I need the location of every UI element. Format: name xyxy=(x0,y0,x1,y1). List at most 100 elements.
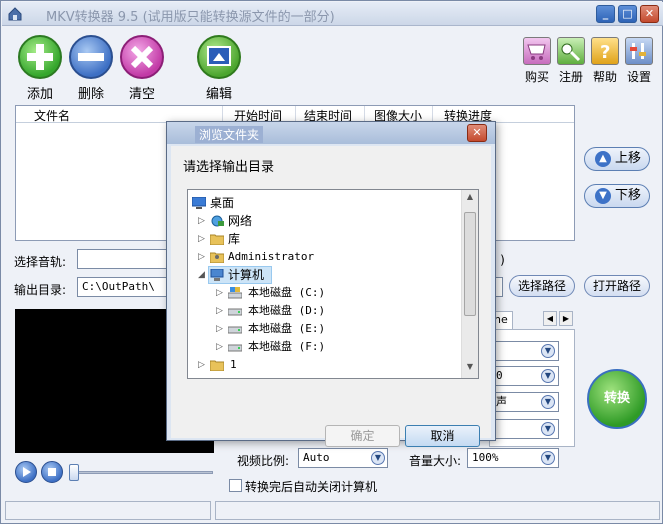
add-icon xyxy=(27,44,53,70)
scroll-up-icon[interactable]: ▲ xyxy=(464,192,476,204)
edit-icon xyxy=(207,46,231,66)
output-dir-field[interactable]: C:\OutPath\ xyxy=(77,277,173,297)
browse-folder-dialog: 浏览文件夹 ✕ 请选择输出目录 桌面 ▷ 网络 ▷ 库 ▷ Administra… xyxy=(166,121,496,447)
clear-label: 清空 xyxy=(128,87,155,102)
status-pane-right xyxy=(215,501,660,520)
tree-item-drive-d[interactable]: ▷ 本地磁盘 (D:) xyxy=(188,302,458,320)
expand-icon[interactable]: ▷ xyxy=(198,356,208,374)
tree-item-drive-f[interactable]: ▷ 本地磁盘 (F:) xyxy=(188,338,458,356)
collapse-icon[interactable]: ◢ xyxy=(198,266,208,284)
seek-handle[interactable] xyxy=(69,464,79,481)
choose-path-button[interactable]: 选择路径 xyxy=(509,275,575,297)
register-button[interactable] xyxy=(557,37,585,65)
tab-scroll-left[interactable]: ◀ xyxy=(543,311,557,326)
status-bar xyxy=(5,501,660,520)
desktop-icon xyxy=(192,197,206,209)
drive-icon xyxy=(228,308,242,316)
chevron-down-icon: ▼ xyxy=(541,422,555,436)
chevron-down-icon: ▼ xyxy=(371,451,385,465)
cancel-button[interactable]: 取消 xyxy=(405,425,480,447)
add-button[interactable] xyxy=(18,35,62,79)
expand-icon[interactable]: ▷ xyxy=(198,248,208,266)
stop-icon xyxy=(48,468,56,476)
dialog-body: 请选择输出目录 桌面 ▷ 网络 ▷ 库 ▷ Administrator ◢ 计算… xyxy=(171,146,491,447)
expand-icon[interactable]: ▷ xyxy=(198,212,208,230)
library-icon xyxy=(210,234,224,245)
buy-button[interactable] xyxy=(523,37,551,65)
chevron-down-icon: ▼ xyxy=(541,344,555,358)
status-pane-left xyxy=(5,501,211,520)
dialog-title: 浏览文件夹 xyxy=(195,126,264,143)
stop-button[interactable] xyxy=(41,461,63,483)
shutdown-checkbox[interactable] xyxy=(229,479,242,492)
tree-item-library[interactable]: ▷ 库 xyxy=(188,230,458,248)
settings-button[interactable] xyxy=(625,37,653,65)
folder-icon xyxy=(210,360,224,371)
volume-label: 音量大小: xyxy=(409,454,462,468)
minimize-button[interactable]: _ xyxy=(596,5,615,23)
user-folder-icon xyxy=(210,252,224,263)
chevron-down-icon: ▼ xyxy=(595,188,611,204)
tree-item-folder-1[interactable]: ▷ 1 xyxy=(188,356,458,374)
tree-item-drive-c[interactable]: ▷ 本地磁盘 (C:) xyxy=(188,284,458,302)
system-drive-icon xyxy=(228,287,242,299)
window-title: MKV转换器 9.5 (试用版只能转换源文件的一部分) xyxy=(46,10,335,25)
tree-item-drive-e[interactable]: ▷ 本地磁盘 (E:) xyxy=(188,320,458,338)
app-icon xyxy=(8,7,22,21)
move-down-button[interactable]: ▼ 下移 xyxy=(584,184,650,208)
tab-scroll-right[interactable]: ▶ xyxy=(559,311,573,326)
help-button[interactable]: ? xyxy=(591,37,619,65)
clear-button[interactable] xyxy=(120,35,164,79)
expand-icon[interactable]: ▷ xyxy=(216,284,226,302)
tree-item-network[interactable]: ▷ 网络 xyxy=(188,212,458,230)
key-icon xyxy=(561,43,581,62)
ok-button[interactable]: 确定 xyxy=(325,425,400,447)
output-dir-label: 输出目录: xyxy=(14,283,67,297)
settings-label: 设置 xyxy=(626,70,651,84)
column-filename[interactable]: 文件名 xyxy=(34,107,70,124)
scroll-thumb[interactable] xyxy=(464,212,476,316)
tree-item-administrator[interactable]: ▷ Administrator xyxy=(188,248,458,266)
tree-item-desktop[interactable]: 桌面 xyxy=(188,194,458,212)
tree-item-computer[interactable]: ◢ 计算机 xyxy=(188,266,458,284)
expand-icon[interactable]: ▷ xyxy=(216,302,226,320)
audio-track-label: 选择音轨: xyxy=(14,255,67,269)
scroll-down-icon[interactable]: ▼ xyxy=(464,362,476,374)
edit-label: 编辑 xyxy=(205,87,232,102)
play-icon xyxy=(23,467,31,477)
chevron-up-icon: ▲ xyxy=(595,151,611,167)
shutdown-label: 转换完后自动关闭计算机 xyxy=(245,480,378,494)
chevron-down-icon: ▼ xyxy=(541,395,555,409)
play-button[interactable] xyxy=(15,461,37,483)
dialog-close-button[interactable]: ✕ xyxy=(467,124,487,142)
drive-icon xyxy=(228,344,242,352)
move-up-button[interactable]: ▲ 上移 xyxy=(584,147,650,171)
dialog-title-bar[interactable]: 浏览文件夹 ✕ xyxy=(167,122,495,144)
chevron-down-icon: ▼ xyxy=(541,369,555,383)
expand-icon[interactable]: ▷ xyxy=(216,320,226,338)
clear-icon xyxy=(130,45,154,69)
remove-icon xyxy=(78,53,104,61)
help-icon: ? xyxy=(600,42,610,63)
remove-button[interactable] xyxy=(69,35,113,79)
folder-tree[interactable]: 桌面 ▷ 网络 ▷ 库 ▷ Administrator ◢ 计算机 ▷ 本地磁盘… xyxy=(187,189,479,379)
svg-text:?: ? xyxy=(600,42,610,63)
edit-button[interactable] xyxy=(197,35,241,79)
maximize-button[interactable]: □ xyxy=(618,5,637,23)
tree-scrollbar[interactable]: ▲ ▼ xyxy=(461,190,478,378)
aspect-ratio-label: 视频比例: xyxy=(237,454,290,468)
title-bar[interactable]: MKV转换器 9.5 (试用版只能转换源文件的一部分) _ □ ✕ xyxy=(2,2,663,26)
drive-icon xyxy=(228,326,242,334)
computer-icon xyxy=(210,269,224,281)
open-path-button[interactable]: 打开路径 xyxy=(584,275,650,297)
expand-icon[interactable]: ▷ xyxy=(216,338,226,356)
seek-track[interactable] xyxy=(73,471,213,474)
settings-icon xyxy=(630,43,646,59)
cart-icon xyxy=(527,44,546,60)
network-icon xyxy=(211,215,224,227)
close-button[interactable]: ✕ xyxy=(640,5,659,23)
convert-button[interactable]: 转换 xyxy=(587,369,647,429)
expand-icon[interactable]: ▷ xyxy=(198,230,208,248)
audio-track-select[interactable] xyxy=(77,249,173,269)
dialog-prompt: 请选择输出目录 xyxy=(183,160,275,175)
